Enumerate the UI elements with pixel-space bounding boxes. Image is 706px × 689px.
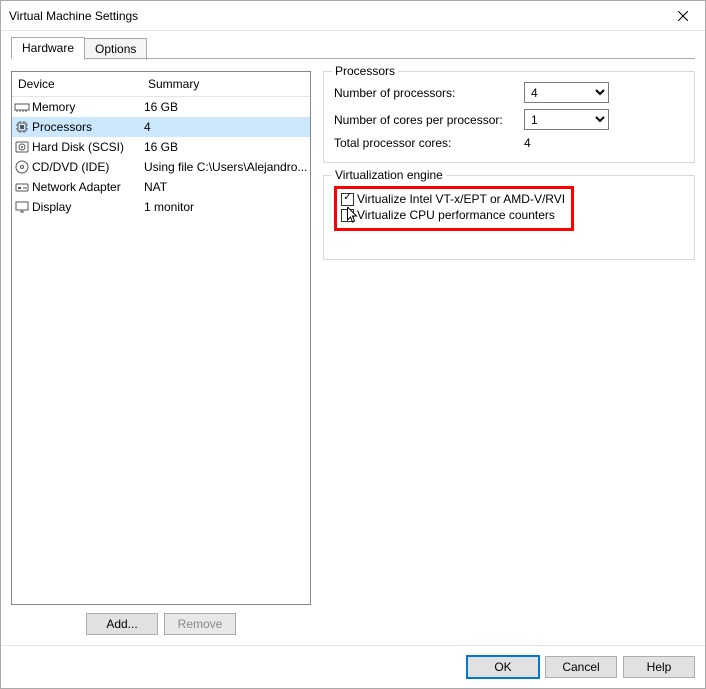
close-button[interactable] bbox=[660, 1, 705, 31]
processors-legend: Processors bbox=[332, 64, 398, 78]
cd-icon bbox=[14, 159, 30, 175]
left-buttons: Add... Remove bbox=[11, 613, 311, 635]
virt-engine-legend: Virtualization engine bbox=[332, 168, 446, 182]
disk-icon bbox=[14, 139, 30, 155]
device-label: Network Adapter bbox=[32, 180, 121, 194]
cores-per-processor-label: Number of cores per processor: bbox=[334, 113, 524, 127]
content-area: Device Summary Memory 16 GB Processors 4 Har… bbox=[1, 59, 705, 645]
header-summary[interactable]: Summary bbox=[142, 72, 310, 96]
footer: OK Cancel Help bbox=[1, 645, 705, 688]
device-row[interactable]: CD/DVD (IDE) Using file C:\Users\Alejandr… bbox=[12, 157, 310, 177]
device-label: Display bbox=[32, 200, 71, 214]
cursor-icon bbox=[347, 207, 360, 225]
perf-checkbox-row[interactable]: Virtualize CPU performance counters bbox=[341, 208, 565, 222]
vtx-label: Virtualize Intel VT-x/EPT or AMD-V/RVI bbox=[357, 192, 565, 206]
add-button[interactable]: Add... bbox=[86, 613, 158, 635]
processors-group: Processors Number of processors: 4 Numbe… bbox=[323, 71, 695, 163]
total-cores-label: Total processor cores: bbox=[334, 136, 524, 150]
window-title: Virtual Machine Settings bbox=[9, 9, 660, 23]
device-label: Hard Disk (SCSI) bbox=[32, 140, 124, 154]
network-icon bbox=[14, 179, 30, 195]
device-label: Memory bbox=[32, 100, 75, 114]
cpu-icon bbox=[14, 119, 30, 135]
tab-bar: Hardware Options bbox=[1, 31, 705, 59]
highlight-box: Virtualize Intel VT-x/EPT or AMD-V/RVI V… bbox=[334, 186, 574, 231]
device-summary: Using file C:\Users\Alejandro... bbox=[144, 160, 308, 174]
device-label: Processors bbox=[32, 120, 92, 134]
device-summary: 16 GB bbox=[144, 100, 308, 114]
tab-hardware[interactable]: Hardware bbox=[11, 37, 85, 59]
vtx-checkbox[interactable] bbox=[341, 193, 354, 206]
device-table-body: Memory 16 GB Processors 4 Hard Disk (SCSI) 16… bbox=[12, 97, 310, 604]
virtualization-engine-group: Virtualization engine Virtualize Intel V… bbox=[323, 175, 695, 260]
perf-label: Virtualize CPU performance counters bbox=[357, 208, 555, 222]
device-summary: 1 monitor bbox=[144, 200, 308, 214]
cancel-button[interactable]: Cancel bbox=[545, 656, 617, 678]
device-row[interactable]: Display 1 monitor bbox=[12, 197, 310, 217]
memory-icon bbox=[14, 99, 30, 115]
close-icon bbox=[678, 11, 688, 21]
remove-button: Remove bbox=[164, 613, 236, 635]
ok-button[interactable]: OK bbox=[467, 656, 539, 678]
display-icon bbox=[14, 199, 30, 215]
header-device[interactable]: Device bbox=[12, 72, 142, 96]
left-panel: Device Summary Memory 16 GB Processors 4 Har… bbox=[11, 71, 311, 635]
device-row[interactable]: Processors 4 bbox=[12, 117, 310, 137]
titlebar: Virtual Machine Settings bbox=[1, 1, 705, 31]
help-button[interactable]: Help bbox=[623, 656, 695, 678]
device-summary: 16 GB bbox=[144, 140, 308, 154]
device-row[interactable]: Hard Disk (SCSI) 16 GB bbox=[12, 137, 310, 157]
right-panel: Processors Number of processors: 4 Numbe… bbox=[323, 71, 695, 635]
device-summary: NAT bbox=[144, 180, 308, 194]
total-cores-value: 4 bbox=[524, 136, 531, 150]
device-label: CD/DVD (IDE) bbox=[32, 160, 109, 174]
num-processors-select[interactable]: 4 bbox=[524, 82, 609, 103]
device-row[interactable]: Network Adapter NAT bbox=[12, 177, 310, 197]
device-table-header: Device Summary bbox=[12, 72, 310, 97]
vtx-checkbox-row[interactable]: Virtualize Intel VT-x/EPT or AMD-V/RVI bbox=[341, 192, 565, 206]
tab-options[interactable]: Options bbox=[84, 38, 147, 60]
settings-window: Virtual Machine Settings Hardware Option… bbox=[0, 0, 706, 689]
num-processors-label: Number of processors: bbox=[334, 86, 524, 100]
device-row[interactable]: Memory 16 GB bbox=[12, 97, 310, 117]
device-table: Device Summary Memory 16 GB Processors 4 Har… bbox=[11, 71, 311, 605]
cores-per-processor-select[interactable]: 1 bbox=[524, 109, 609, 130]
device-summary: 4 bbox=[144, 120, 308, 134]
